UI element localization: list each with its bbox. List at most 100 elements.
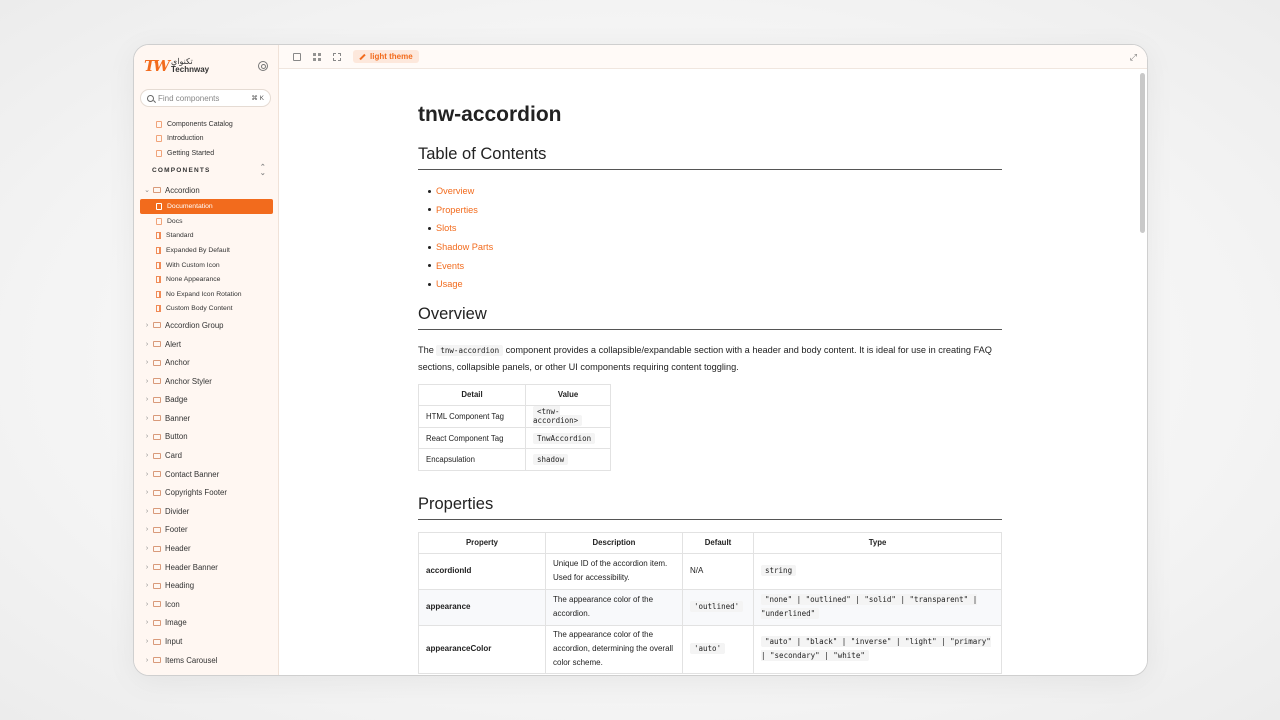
sidebar-item-items-carousel[interactable]: › Items Carousel <box>134 651 278 670</box>
search-input[interactable] <box>158 93 248 103</box>
overview-paragraph: The tnw-accordion component provides a c… <box>418 344 992 372</box>
sidebar-item-no-expand-icon-rotation[interactable]: No Expand Icon Rotation <box>134 287 278 302</box>
sidebar-item-label: Badge <box>165 395 188 405</box>
chevron-right-icon: › <box>145 433 149 441</box>
chevron-down-icon: ⌄ <box>144 187 150 195</box>
sidebar-item-label: Contact Banner <box>165 469 220 479</box>
fullscreen-icon[interactable]: ⤢ <box>1130 52 1137 63</box>
table-row: accordionId Unique ID of the accordion i… <box>418 552 1002 590</box>
inline-code: tnw-accordion <box>436 344 504 356</box>
sidebar-item-components-catalog[interactable]: Components Catalog <box>134 117 278 132</box>
chevron-right-icon: › <box>145 359 149 367</box>
toc-link-overview[interactable]: Overview <box>436 186 474 196</box>
sidebar-item-documentation[interactable]: Documentation <box>140 199 273 214</box>
toc-link-properties[interactable]: Properties <box>436 205 478 215</box>
toc-heading: Table of Contents <box>418 145 1002 170</box>
sidebar-item-badge[interactable]: › Badge <box>134 391 278 410</box>
toc-item: Events <box>428 256 1002 275</box>
sidebar-item-input[interactable]: › Input <box>134 632 278 651</box>
sidebar-item-anchor[interactable]: › Anchor <box>134 353 278 372</box>
sidebar-item-label: Alert <box>165 339 182 349</box>
toc-item: Shadow Parts <box>428 238 1002 257</box>
toc-link-usage[interactable]: Usage <box>436 279 463 289</box>
sidebar-item-image[interactable]: › Image <box>134 614 278 633</box>
sidebar-item-anchor-styler[interactable]: › Anchor Styler <box>134 372 278 391</box>
page-title: tnw-accordion <box>418 103 562 126</box>
sidebar-item-label: Header <box>165 544 191 554</box>
document-icon <box>156 203 162 211</box>
search-icon <box>147 94 154 102</box>
pencil-icon <box>359 53 366 60</box>
sidebar-item-header[interactable]: › Header <box>134 539 278 558</box>
sidebar-item-footer[interactable]: › Footer <box>134 521 278 540</box>
table-row: appearance The appearance color of the a… <box>418 588 1002 626</box>
chevron-right-icon: › <box>145 582 149 590</box>
search-box[interactable]: ⌘ K <box>140 89 271 107</box>
sidebar-item-card[interactable]: › Card <box>134 446 278 465</box>
sidebar-item-docs[interactable]: Docs <box>134 214 278 229</box>
table-row: appearanceColor The appearance color of … <box>418 624 1002 674</box>
sidebar-item-custom-body-content[interactable]: Custom Body Content <box>134 302 278 317</box>
section-components[interactable]: COMPONENTS ⌃ ⌄ <box>134 161 278 181</box>
column-header: Detail <box>418 383 526 407</box>
sidebar-item-icon[interactable]: › Icon <box>134 595 278 614</box>
chevron-right-icon: › <box>145 619 149 627</box>
table-row: Encapsulation shadow <box>418 448 611 471</box>
sidebar-item-expanded-by-default[interactable]: Expanded By Default <box>134 243 278 258</box>
folder-icon <box>153 657 161 664</box>
chevron-right-icon: › <box>145 600 149 608</box>
outline-icon[interactable] <box>333 52 341 61</box>
story-icon <box>156 246 161 254</box>
toc-link-events[interactable]: Events <box>436 261 464 271</box>
folder-icon <box>153 433 161 440</box>
chevron-right-icon: › <box>145 563 149 571</box>
expand-collapse-icon[interactable]: ⌃ ⌄ <box>260 164 267 177</box>
main-panel: light theme ⤢ tnw-accordion Table of Con… <box>279 45 1147 675</box>
sidebar-item-label: Icon <box>165 599 180 609</box>
sidebar-item-label: Input <box>165 637 183 647</box>
logo-mark: TW <box>144 57 170 75</box>
sidebar-item-divider[interactable]: › Divider <box>134 502 278 521</box>
toc-link-slots[interactable]: Slots <box>436 223 456 233</box>
document-icon <box>156 217 162 225</box>
properties-table: Property Description Default Type accord… <box>418 531 1002 674</box>
sidebar-item-alert[interactable]: › Alert <box>134 335 278 354</box>
sidebar-item-getting-started[interactable]: Getting Started <box>134 146 278 161</box>
sidebar-item-banner[interactable]: › Banner <box>134 409 278 428</box>
sidebar-item-label: Items Carousel <box>165 655 218 665</box>
column-header: Property <box>418 531 546 554</box>
storybook-window: TW تكنواي Technway ⌘ K Components Catalo… <box>133 44 1148 676</box>
table-row: HTML Component Tag <tnw-accordion> <box>418 405 611 428</box>
sidebar-item-accordion-group[interactable]: › Accordion Group <box>134 316 278 335</box>
toc-item: Properties <box>428 201 1002 220</box>
sidebar-item-header-banner[interactable]: › Header Banner <box>134 558 278 577</box>
grid-icon[interactable] <box>313 52 321 61</box>
sidebar-item-introduction[interactable]: Introduction <box>134 132 278 147</box>
chevron-right-icon: › <box>145 321 149 329</box>
folder-icon <box>153 508 161 515</box>
sidebar-item-heading[interactable]: › Heading <box>134 576 278 595</box>
sidebar-item-none-appearance[interactable]: None Appearance <box>134 272 278 287</box>
story-icon <box>156 276 161 284</box>
image-icon[interactable] <box>293 52 301 61</box>
sidebar-item-standard[interactable]: Standard <box>134 229 278 244</box>
sidebar-item-with-custom-icon[interactable]: With Custom Icon <box>134 258 278 273</box>
sidebar-item-label: Header Banner <box>165 562 218 572</box>
brand-logo[interactable]: TW تكنواي Technway <box>144 57 209 75</box>
chevron-right-icon: › <box>145 526 149 534</box>
sidebar-item-accordion[interactable]: ⌄ Accordion <box>134 181 278 200</box>
folder-icon <box>153 545 161 552</box>
sidebar-item-copyrights-footer[interactable]: › Copyrights Footer <box>134 483 278 502</box>
column-header: Type <box>753 531 1002 554</box>
story-icon <box>156 261 161 269</box>
theme-toggle-button[interactable]: light theme <box>353 50 419 63</box>
sidebar-item-contact-banner[interactable]: › Contact Banner <box>134 465 278 484</box>
sidebar-item-button[interactable]: › Button <box>134 428 278 447</box>
settings-icon[interactable] <box>258 61 268 71</box>
scrollbar[interactable] <box>1140 73 1145 233</box>
story-icon <box>156 305 161 313</box>
folder-icon <box>153 187 161 194</box>
folder-icon <box>153 378 161 385</box>
toc-item: Slots <box>428 219 1002 238</box>
toc-link-shadow-parts[interactable]: Shadow Parts <box>436 242 493 252</box>
